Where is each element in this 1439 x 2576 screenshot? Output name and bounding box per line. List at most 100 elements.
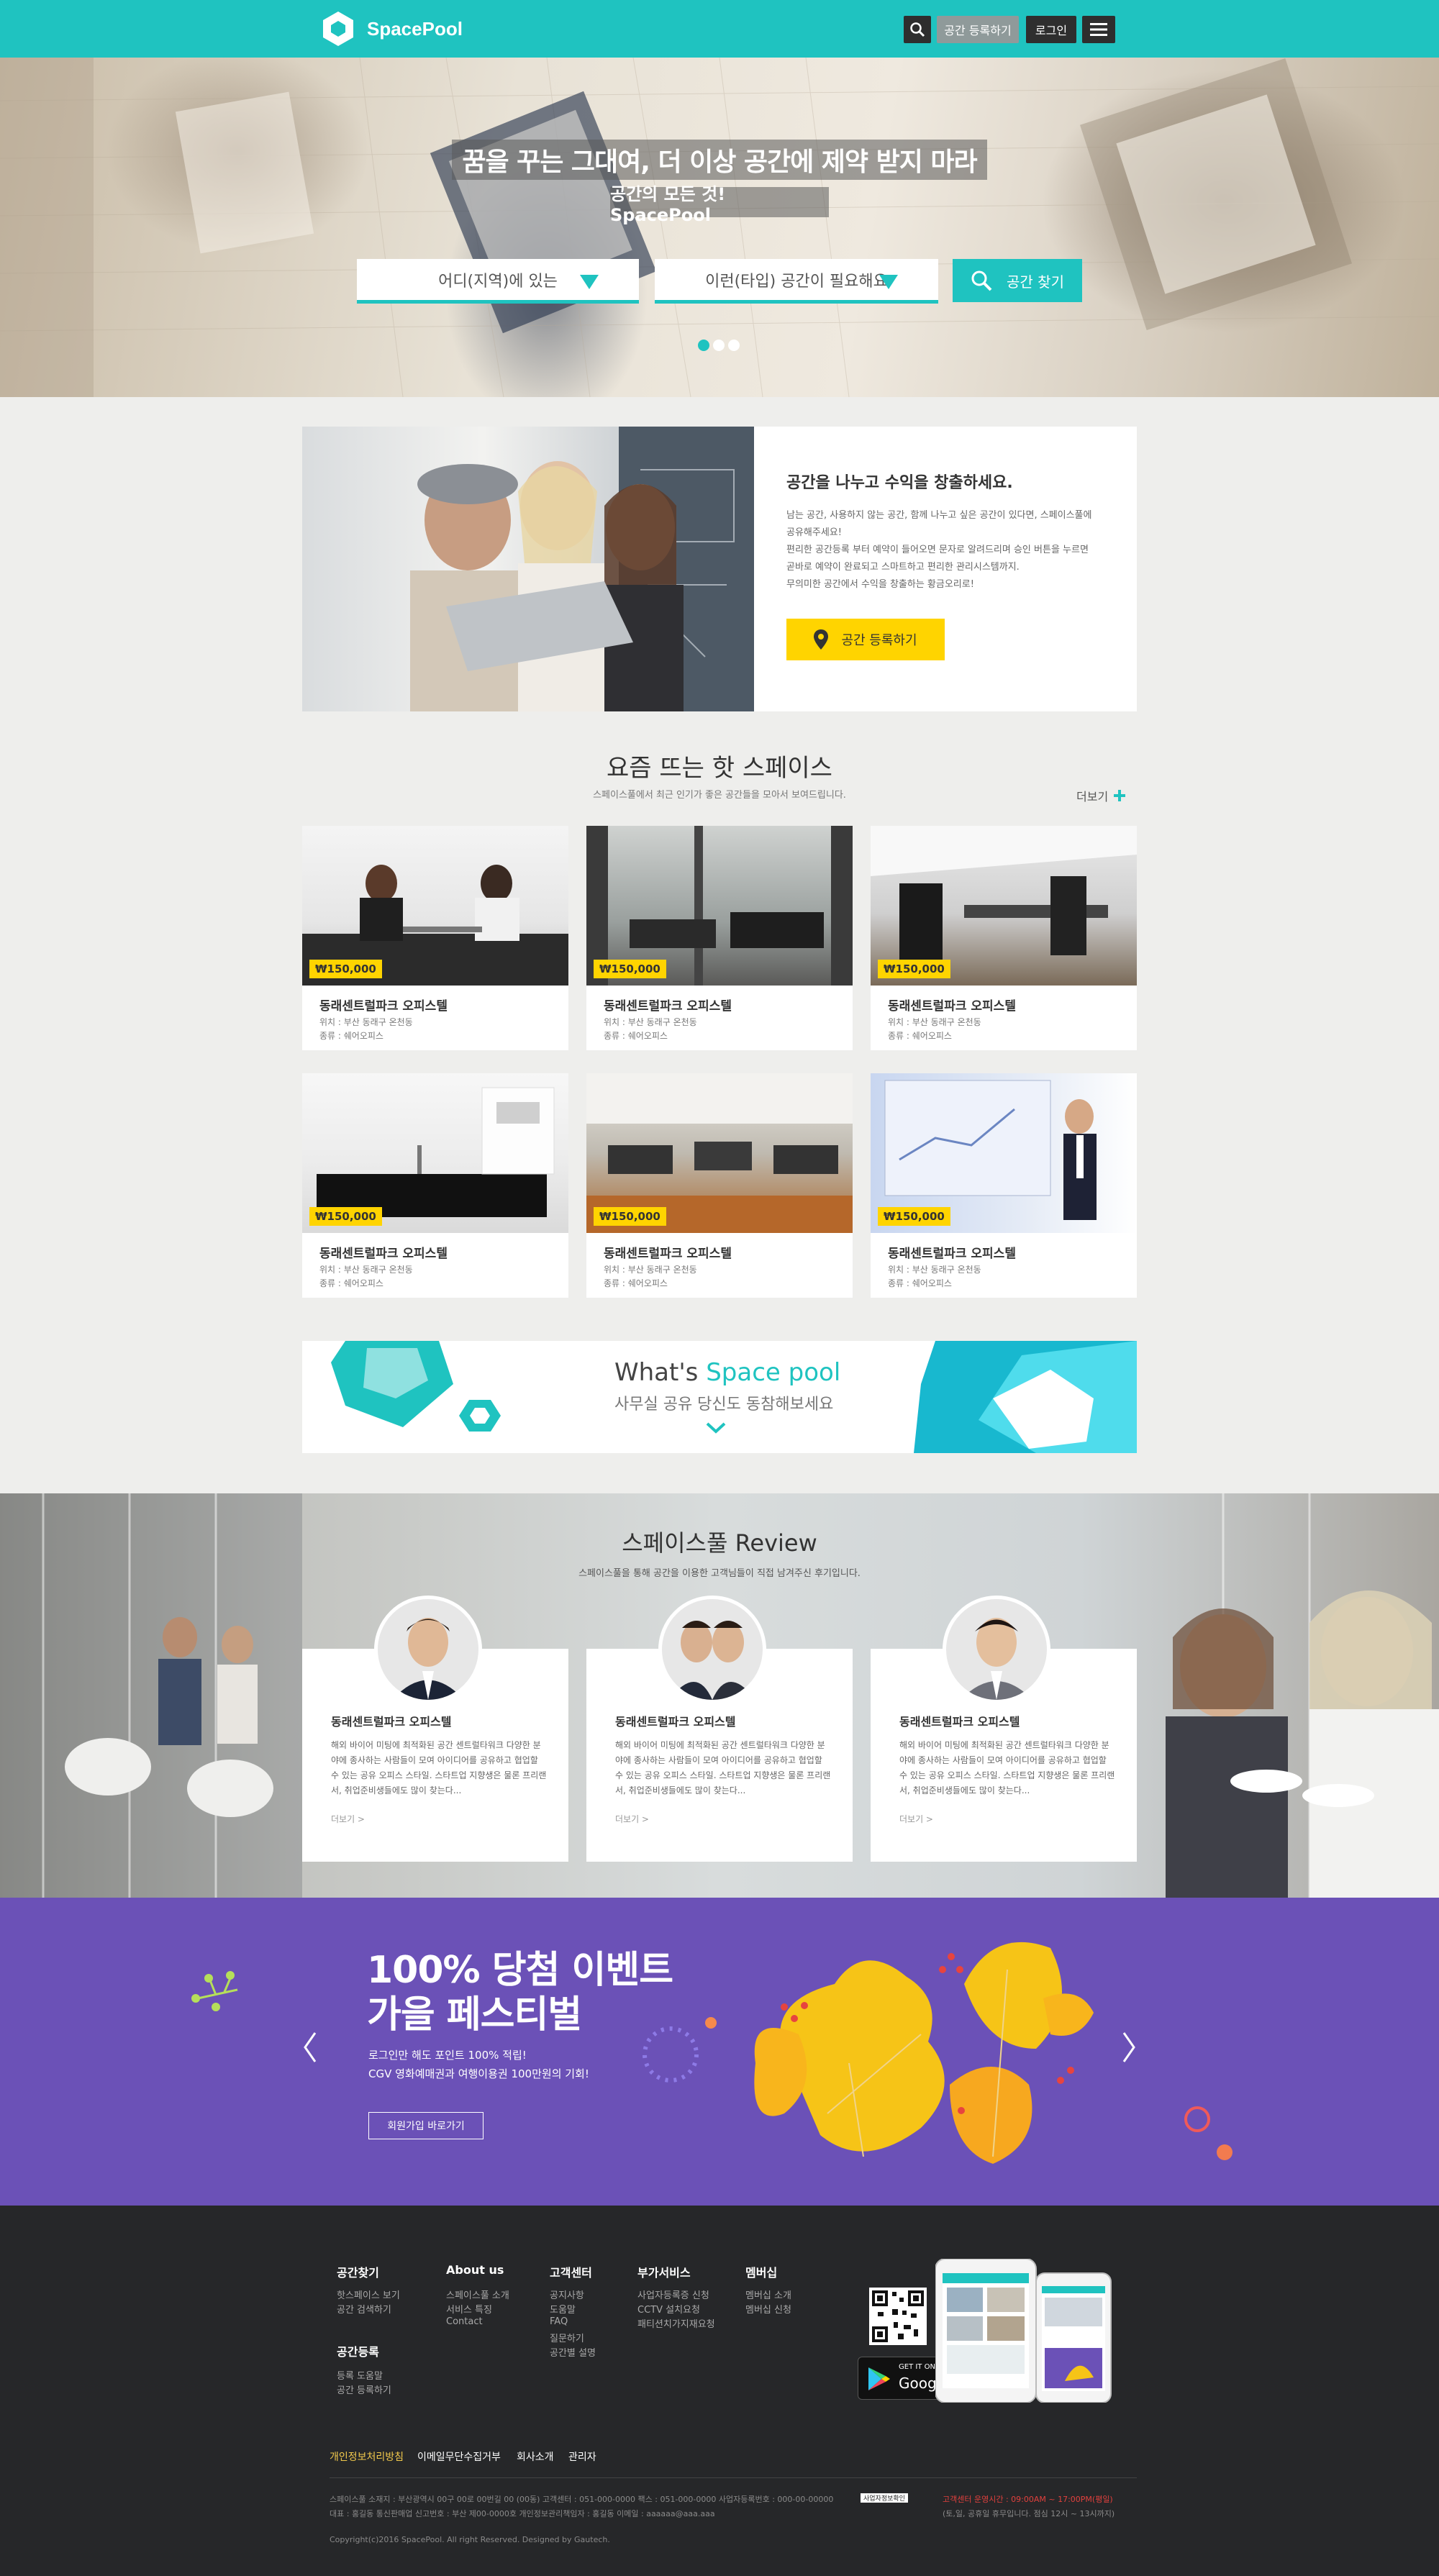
price-badge: ₩150,000 [594, 1207, 666, 1226]
chevron-down-icon [879, 275, 898, 289]
register-text-line: 무의미한 공간에서 수익을 창출하는 황금오리로! [786, 579, 974, 590]
footer-link[interactable]: FAQ [550, 2316, 568, 2327]
review-space-name: 동래센트럴파크 오피스텔 [899, 1715, 1020, 1729]
footer-link[interactable]: 공간 검색하기 [337, 2302, 391, 2316]
copyright: Copyright(c)2016 SpacePool. All right Re… [330, 2535, 610, 2544]
register-heading: 공간을 나누고 수익을 창출하세요. [786, 474, 1013, 492]
space-card[interactable]: ₩150,000 동래센트럴파크 오피스텔 위치 : 부산 동래구 온천동 종류… [586, 1073, 853, 1298]
space-card[interactable]: ₩150,000 동래센트럴파크 오피스텔 위치 : 부산 동래구 온천동 종류… [586, 826, 853, 1050]
type-select[interactable]: 이런(타입) 공간이 필요해요 [655, 259, 938, 304]
space-card[interactable]: ₩150,000 동래센트럴파크 오피스텔 위치 : 부산 동래구 온천동 종류… [302, 826, 568, 1050]
reviewer-avatar [943, 1596, 1050, 1703]
footer-heading: 멤버십 [745, 2266, 778, 2280]
space-location: 위치 : 부산 동래구 온천동 [888, 1017, 981, 1027]
footer-link[interactable]: 공간별 설명 [550, 2345, 596, 2359]
chevron-down-icon[interactable] [705, 1421, 727, 1434]
slide-dot-3[interactable] [728, 340, 740, 351]
footer-company-info-2: 대표 : 홍길동 통신판매업 신고번호 : 부산 제00-0000호 개인정보관… [330, 2509, 715, 2518]
space-location: 위치 : 부산 동래구 온천동 [319, 1265, 413, 1275]
register-cta-label: 공간 등록하기 [841, 633, 917, 648]
footer-heading: 고객센터 [550, 2266, 592, 2280]
footer-nav-company[interactable]: 회사소개 [517, 2449, 554, 2464]
biz-info-badge[interactable]: 사업자정보확인 [861, 2493, 908, 2503]
slide-dot-1[interactable] [698, 340, 709, 351]
region-select[interactable]: 어디(지역)에 있는 [357, 259, 639, 304]
space-card[interactable]: ₩150,000 동래센트럴파크 오피스텔 위치 : 부산 동래구 온천동 종류… [871, 1073, 1137, 1298]
footer-link[interactable]: Contact [446, 2316, 483, 2327]
footer-link[interactable]: 질문하기 [550, 2331, 584, 2344]
logo-hexagon-icon [323, 12, 353, 46]
register-text-line: 공유해주세요! [786, 527, 842, 538]
whats-title-accent: Space pool [706, 1358, 841, 1387]
footer-link[interactable]: 멤버십 소개 [745, 2288, 791, 2301]
footer-link[interactable]: 스페이스풀 소개 [446, 2288, 509, 2301]
whats-title: What's Space pool [614, 1358, 840, 1387]
hero-title: 꿈을 꾸는 그대여, 더 이상 공간에 제약 받지 마라 [452, 140, 987, 180]
register-space-cta[interactable]: 공간 등록하기 [786, 619, 945, 660]
search-button[interactable] [904, 16, 931, 43]
space-name: 동래센트럴파크 오피스텔 [604, 999, 732, 1014]
footer-nav-admin[interactable]: 관리자 [568, 2449, 596, 2464]
register-space-panel: 공간을 나누고 수익을 창출하세요. 남는 공간, 사용하지 않는 공간, 함께… [302, 427, 1137, 711]
footer-heading: 공간찾기 [337, 2266, 379, 2280]
next-arrow-icon[interactable] [1121, 2031, 1137, 2063]
map-pin-icon [814, 629, 829, 650]
more-link[interactable]: 더보기 [1076, 787, 1126, 804]
search-icon [910, 22, 925, 37]
more-label: 더보기 [1076, 790, 1109, 804]
footer-link[interactable]: 등록 도움말 [337, 2368, 383, 2382]
autumn-leaves-graphic [191, 1942, 1233, 2164]
store-get-label: GET IT ON [899, 2363, 935, 2371]
space-type: 종류 : 쉐어오피스 [319, 1278, 383, 1288]
review-text: 해외 바이어 미팅에 최적화된 공간 센트럴타워크 다양한 분야에 종사하는 사… [899, 1740, 1115, 1796]
event-banner [0, 1898, 1439, 2206]
whats-subtitle: 사무실 공유 당신도 동참해보세요 [614, 1396, 834, 1414]
space-name: 동래센트럴파크 오피스텔 [319, 999, 448, 1014]
signup-button[interactable]: 회원가입 바로가기 [368, 2112, 484, 2139]
whats-spacepool-banner[interactable]: What's Space pool 사무실 공유 당신도 동참해보세요 [302, 1341, 1137, 1453]
footer-link[interactable]: 패티션치가지재요청 [637, 2316, 715, 2330]
google-play-icon [868, 2367, 890, 2390]
space-card[interactable]: ₩150,000 동래센트럴파크 오피스텔 위치 : 부산 동래구 온천동 종류… [302, 1073, 568, 1298]
space-location: 위치 : 부산 동래구 온천동 [888, 1265, 981, 1275]
app-phones-image [935, 2259, 1112, 2403]
footer-nav-privacy[interactable]: 개인정보처리방침 [330, 2449, 404, 2464]
review-more-link[interactable]: 더보기 > [331, 1813, 365, 1825]
footer-link[interactable]: 공간 등록하기 [337, 2382, 391, 2396]
footer-link[interactable]: 핫스페이스 보기 [337, 2288, 400, 2301]
logo[interactable]: SpacePool [319, 10, 463, 47]
register-space-button[interactable]: 공간 등록하기 [937, 16, 1019, 43]
reviewer-avatar [374, 1596, 482, 1703]
prev-arrow-icon[interactable] [302, 2031, 318, 2063]
footer-nav-email[interactable]: 이메일무단수집거부 [417, 2449, 501, 2464]
review-more-link[interactable]: 더보기 > [899, 1813, 933, 1825]
footer-link[interactable]: 도움말 [550, 2302, 576, 2316]
footer-link[interactable]: 멤버십 신청 [745, 2302, 791, 2316]
price-badge: ₩150,000 [594, 960, 666, 978]
space-type: 종류 : 쉐어오피스 [888, 1031, 952, 1041]
footer-link[interactable]: 공지사항 [550, 2288, 584, 2301]
footer-company-info: 스페이스풀 소재지 : 부산광역시 00구 00로 00번길 00 (00동) … [330, 2495, 834, 2504]
footer-link[interactable]: 사업자등록증 신청 [637, 2288, 709, 2301]
space-name: 동래센트럴파크 오피스텔 [888, 999, 1016, 1014]
space-location: 위치 : 부산 동래구 온천동 [604, 1017, 697, 1027]
review-text: 해외 바이어 미팅에 최적화된 공간 센트럴타워크 다양한 분야에 종사하는 사… [615, 1740, 831, 1796]
hero-subtitle: 공간의 모든 것! SpacePool [610, 184, 829, 225]
qr-code-icon [869, 2288, 927, 2345]
footer [0, 2206, 1439, 2576]
slide-dot-2[interactable] [713, 340, 725, 351]
review-more-link[interactable]: 더보기 > [615, 1813, 649, 1825]
register-text-line: 편리한 공간등록 부터 예약이 들어오면 문자로 알려드리며 승인 버튼을 누르… [786, 545, 1089, 555]
find-space-button[interactable]: 공간 찾기 [953, 259, 1082, 302]
type-select-label: 이런(타입) 공간이 필요해요 [705, 272, 888, 291]
space-name: 동래센트럴파크 오피스텔 [604, 1247, 732, 1261]
review-space-name: 동래센트럴파크 오피스텔 [615, 1715, 736, 1729]
space-card[interactable]: ₩150,000 동래센트럴파크 오피스텔 위치 : 부산 동래구 온천동 종류… [871, 826, 1137, 1050]
login-button[interactable]: 로그인 [1026, 16, 1076, 43]
price-badge: ₩150,000 [878, 960, 950, 978]
footer-link[interactable]: CCTV 설치요청 [637, 2302, 700, 2316]
footer-link[interactable]: 서비스 특징 [446, 2302, 492, 2316]
menu-button[interactable] [1082, 16, 1115, 43]
hamburger-icon [1090, 23, 1107, 36]
whats-title-plain: What's [614, 1358, 699, 1387]
